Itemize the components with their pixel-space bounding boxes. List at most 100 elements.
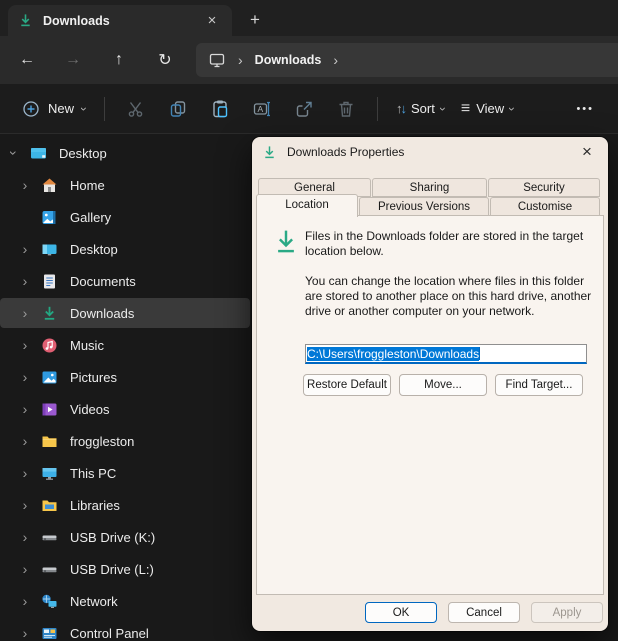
toolbar-divider <box>104 97 105 121</box>
sidebar-item-gallery[interactable]: › Gallery <box>0 202 250 232</box>
location-path-input[interactable]: C:\Users\froggleston\Downloads <box>305 344 587 364</box>
sidebar-item-this-pc[interactable]: › This PC <box>0 458 250 488</box>
sidebar-item-music[interactable]: › Music <box>0 330 250 360</box>
view-button[interactable]: ≡ View › <box>453 94 522 124</box>
sidebar-item-control-panel[interactable]: › Control Panel <box>0 618 250 641</box>
navigation-pane: › Desktop › Home › <box>0 134 250 641</box>
this-pc-icon <box>208 51 226 69</box>
chevron-right-icon[interactable]: › <box>17 401 33 417</box>
folder-icon <box>41 433 58 450</box>
documents-icon <box>41 273 58 290</box>
rename-icon: A <box>252 99 272 119</box>
tab-previous-versions[interactable]: Previous Versions <box>359 197 489 216</box>
sidebar-item-home[interactable]: › Home <box>0 170 250 200</box>
move-button[interactable]: Move... <box>399 374 487 396</box>
tab-title: Downloads <box>43 14 110 28</box>
downloads-properties-dialog: Downloads Properties × General Sharing S… <box>252 137 608 631</box>
tab-customise[interactable]: Customise <box>490 197 600 216</box>
breadcrumb-chevron-icon[interactable]: › <box>333 52 338 68</box>
chevron-expanded-icon[interactable]: › <box>6 145 22 161</box>
chevron-right-icon[interactable]: › <box>17 177 33 193</box>
explorer-tab-downloads[interactable]: Downloads × <box>8 5 232 36</box>
download-icon <box>272 228 300 256</box>
new-tab-button[interactable]: + <box>242 8 268 32</box>
chevron-right-icon[interactable]: › <box>17 369 33 385</box>
home-icon <box>41 177 58 194</box>
chevron-right-icon[interactable]: › <box>17 337 33 353</box>
desktop-icon <box>30 145 47 162</box>
sidebar-item-network[interactable]: › Network <box>0 586 250 616</box>
control-panel-icon <box>41 625 58 641</box>
dialog-footer: OK Cancel Apply <box>252 602 608 623</box>
dialog-title: Downloads Properties <box>287 145 404 159</box>
sort-icon: ↑↓ <box>396 101 405 116</box>
breadcrumb[interactable]: Downloads <box>255 53 322 67</box>
sidebar-item-downloads[interactable]: › Downloads <box>0 298 250 328</box>
see-more-button[interactable]: ••• <box>566 95 604 123</box>
navigation-bar: ← → ↑ ↻ › Downloads › <box>0 36 618 84</box>
cut-button[interactable] <box>115 91 157 127</box>
sidebar-item-usb-drive-k[interactable]: › USB Drive (K:) <box>0 522 250 552</box>
sidebar-item-libraries[interactable]: › Libraries <box>0 490 250 520</box>
chevron-right-icon[interactable]: › <box>17 273 33 289</box>
paste-icon <box>210 99 230 119</box>
address-bar[interactable]: › Downloads › <box>196 43 618 77</box>
sidebar-item-froggleston[interactable]: › froggleston <box>0 426 250 456</box>
download-icon <box>262 145 277 160</box>
copy-icon <box>168 99 188 119</box>
sidebar-item-videos[interactable]: › Videos <box>0 394 250 424</box>
copy-button[interactable] <box>157 91 199 127</box>
sort-button[interactable]: ↑↓ Sort › <box>388 95 453 122</box>
cancel-button[interactable]: Cancel <box>448 602 520 623</box>
plus-circle-icon <box>22 100 40 118</box>
selected-path-text: C:\Users\froggleston\Downloads <box>307 347 479 361</box>
breadcrumb-chevron-icon: › <box>238 52 243 68</box>
chevron-down-icon: › <box>77 107 91 111</box>
ok-button[interactable]: OK <box>365 602 437 623</box>
usb-drive-icon <box>41 561 58 578</box>
tab-location[interactable]: Location <box>256 194 358 217</box>
chevron-right-icon[interactable]: › <box>17 625 33 641</box>
chevron-right-icon[interactable]: › <box>17 497 33 513</box>
chevron-right-icon[interactable]: › <box>17 529 33 545</box>
pictures-icon <box>41 369 58 386</box>
sidebar-item-usb-drive-l[interactable]: › USB Drive (L:) <box>0 554 250 584</box>
file-explorer-window: Downloads × + ← → ↑ ↻ › Downloads › New <box>0 0 618 641</box>
tab-sharing[interactable]: Sharing <box>372 178 487 197</box>
toolbar-divider <box>377 97 378 121</box>
tab-close-icon[interactable]: × <box>202 11 222 31</box>
paste-button[interactable] <box>199 91 241 127</box>
sidebar-item-documents[interactable]: › Documents <box>0 266 250 296</box>
up-button[interactable]: ↑ <box>100 43 138 77</box>
chevron-right-icon[interactable]: › <box>17 593 33 609</box>
delete-button[interactable] <box>325 91 367 127</box>
back-button[interactable]: ← <box>8 43 46 77</box>
chevron-right-icon[interactable]: › <box>17 561 33 577</box>
forward-button[interactable]: → <box>54 43 92 77</box>
sidebar-item-desktop[interactable]: › Desktop <box>0 234 250 264</box>
refresh-button[interactable]: ↻ <box>146 43 184 77</box>
svg-text:A: A <box>258 104 264 114</box>
chevron-right-icon[interactable]: › <box>17 305 33 321</box>
share-button[interactable] <box>283 91 325 127</box>
downloads-icon <box>41 305 58 322</box>
music-icon <box>41 337 58 354</box>
chevron-down-icon: › <box>436 107 450 111</box>
text-caret <box>479 347 480 360</box>
location-tab-page: Files in the Downloads folder are stored… <box>256 215 604 595</box>
restore-default-button[interactable]: Restore Default <box>303 374 391 396</box>
chevron-right-icon[interactable]: › <box>17 433 33 449</box>
desktop-folder-icon <box>41 241 58 258</box>
find-target-button[interactable]: Find Target... <box>495 374 583 396</box>
tab-security[interactable]: Security <box>488 178 600 197</box>
apply-button[interactable]: Apply <box>531 602 603 623</box>
chevron-right-icon[interactable]: › <box>17 241 33 257</box>
chevron-right-icon[interactable]: › <box>17 465 33 481</box>
sidebar-item-desktop-root[interactable]: › Desktop <box>0 138 250 168</box>
new-button[interactable]: New › <box>14 94 94 124</box>
share-icon <box>294 99 314 119</box>
sidebar-item-pictures[interactable]: › Pictures <box>0 362 250 392</box>
rename-button[interactable]: A <box>241 91 283 127</box>
command-bar: New › A <box>0 84 618 134</box>
dialog-close-icon[interactable]: × <box>576 141 598 163</box>
